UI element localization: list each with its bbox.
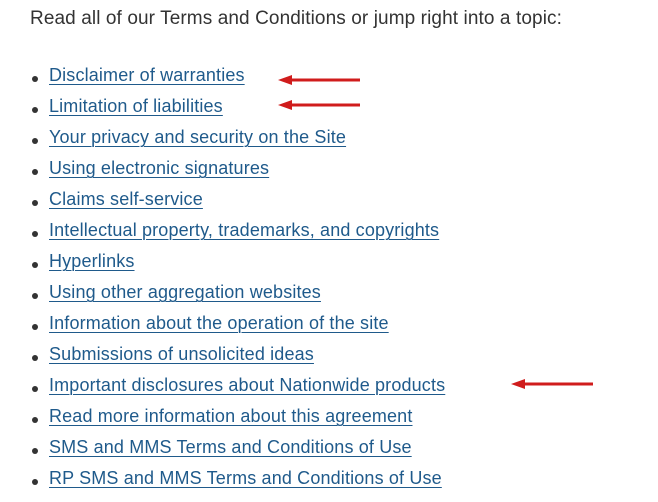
topic-link-operation-of-site[interactable]: Information about the operation of the s…: [49, 313, 389, 334]
bullet-icon: [32, 479, 38, 485]
topic-link-disclaimer-of-warranties[interactable]: Disclaimer of warranties: [49, 65, 245, 86]
topic-link-electronic-signatures[interactable]: Using electronic signatures: [49, 158, 269, 179]
topic-link-claims-self-service[interactable]: Claims self-service: [49, 189, 203, 210]
bullet-icon: [32, 386, 38, 392]
topic-link-intellectual-property[interactable]: Intellectual property, trademarks, and c…: [49, 220, 439, 241]
topic-link-aggregation-websites[interactable]: Using other aggregation websites: [49, 282, 321, 303]
bullet-icon: [32, 293, 38, 299]
topic-link-unsolicited-ideas[interactable]: Submissions of unsolicited ideas: [49, 344, 314, 365]
bullet-icon: [32, 76, 38, 82]
topic-link-agreement-info[interactable]: Read more information about this agreeme…: [49, 406, 413, 427]
topic-link-hyperlinks[interactable]: Hyperlinks: [49, 251, 135, 272]
topic-link-rp-sms-mms-terms[interactable]: RP SMS and MMS Terms and Conditions of U…: [49, 468, 442, 489]
topic-link-limitation-of-liabilities[interactable]: Limitation of liabilities: [49, 96, 223, 117]
bullet-icon: [32, 200, 38, 206]
intro-text: Read all of our Terms and Conditions or …: [30, 8, 562, 29]
bullet-icon: [32, 324, 38, 330]
arrow-annotation-icon: [511, 379, 595, 389]
arrow-annotation-icon: [278, 75, 362, 85]
bullet-icon: [32, 355, 38, 361]
arrow-annotation-icon: [278, 100, 362, 110]
topic-link-sms-mms-terms[interactable]: SMS and MMS Terms and Conditions of Use: [49, 437, 412, 458]
bullet-icon: [32, 107, 38, 113]
bullet-icon: [32, 448, 38, 454]
bullet-icon: [32, 262, 38, 268]
bullet-icon: [32, 169, 38, 175]
topic-link-privacy-and-security[interactable]: Your privacy and security on the Site: [49, 127, 346, 148]
bullet-icon: [32, 231, 38, 237]
bullet-icon: [32, 417, 38, 423]
topic-link-nationwide-disclosures[interactable]: Important disclosures about Nationwide p…: [49, 375, 445, 396]
bullet-icon: [32, 138, 38, 144]
